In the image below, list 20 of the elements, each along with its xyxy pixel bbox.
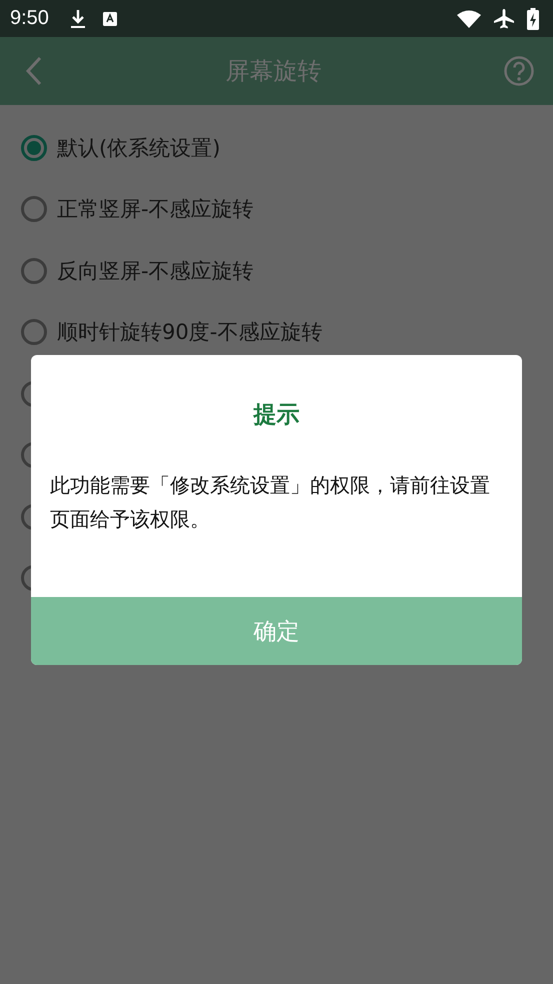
radio-button[interactable] xyxy=(21,134,47,161)
screen-title: 屏幕旋转 xyxy=(224,56,322,87)
radio-button[interactable] xyxy=(21,258,47,284)
option-label: 默认(依系统设置) xyxy=(57,134,220,162)
dialog-message: 此功能需要「修改系统设置」的权限，请前往设置页面给予该权限。 xyxy=(49,472,491,533)
radio-button[interactable] xyxy=(21,196,47,222)
dialog-title: 提示 xyxy=(252,401,300,430)
download-icon xyxy=(68,8,87,28)
airplane-icon xyxy=(493,8,515,28)
help-icon[interactable] xyxy=(503,55,535,87)
option-label: 反向竖屏-不感应旋转 xyxy=(57,258,254,285)
option-label: 正常竖屏-不感应旋转 xyxy=(57,196,254,224)
radio-button[interactable] xyxy=(21,319,47,346)
wifi-icon xyxy=(457,10,481,28)
app-icon xyxy=(102,12,117,26)
battery-icon xyxy=(527,8,539,30)
clock: 9:50 xyxy=(10,7,49,30)
back-icon[interactable] xyxy=(24,56,44,86)
option-label: 顺时针旋转90度-不感应旋转 xyxy=(57,319,322,346)
confirm-button[interactable]: 确定 xyxy=(31,597,522,665)
